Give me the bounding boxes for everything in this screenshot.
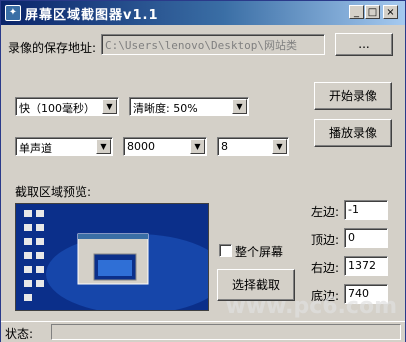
top-label: 顶边:	[311, 233, 340, 247]
dropdown-arrow-icon[interactable]: ▼	[96, 139, 111, 154]
status-label: 状态:	[5, 327, 34, 341]
minimize-button[interactable]: _	[349, 5, 364, 19]
play-record-button[interactable]: 播放录像	[314, 119, 392, 147]
speed-select[interactable]: 快（100毫秒） ▼	[15, 97, 119, 116]
channel-select[interactable]: 单声道 ▼	[15, 137, 113, 156]
watermark: www.pc6.com	[225, 294, 397, 319]
maximize-button[interactable]: □	[365, 5, 380, 19]
clarity-value: 清晰度: 50%	[133, 102, 198, 115]
dropdown-arrow-icon[interactable]: ▼	[272, 139, 287, 154]
title-bar[interactable]: ✦ 屏幕区域截图器v1.1 _ □ ×	[1, 1, 405, 25]
browse-button[interactable]: ...	[335, 33, 393, 56]
fullscreen-checkbox[interactable]	[219, 244, 232, 257]
speed-value: 快（100毫秒）	[19, 102, 95, 115]
dropdown-arrow-icon[interactable]: ▼	[190, 139, 205, 154]
dropdown-arrow-icon[interactable]: ▼	[232, 99, 247, 114]
left-label: 左边:	[311, 205, 340, 219]
right-input[interactable]: 1372	[344, 256, 388, 276]
app-window: ✦ 屏幕区域截图器v1.1 _ □ × 录像的保存地址: C:\Users\le…	[0, 0, 406, 342]
preview-area	[15, 203, 209, 311]
channel-value: 单声道	[19, 142, 52, 155]
start-record-button[interactable]: 开始录像	[314, 82, 392, 110]
status-bar: 状态:	[1, 321, 405, 342]
close-button[interactable]: ×	[383, 5, 398, 19]
status-panel	[51, 324, 401, 340]
fullscreen-label: 整个屏幕	[235, 245, 284, 259]
preview-label: 截取区域预览:	[15, 185, 92, 199]
app-bird-icon: ✦	[5, 5, 21, 21]
window-title: 屏幕区域截图器v1.1	[25, 8, 159, 23]
bits-value: 8	[221, 140, 228, 153]
sample-rate-select[interactable]: 8000 ▼	[123, 137, 207, 156]
dropdown-arrow-icon[interactable]: ▼	[102, 99, 117, 114]
right-label: 右边:	[311, 261, 340, 275]
sample-rate-value: 8000	[127, 140, 155, 153]
bits-select[interactable]: 8 ▼	[217, 137, 289, 156]
top-input[interactable]: 0	[344, 228, 388, 248]
save-path-field[interactable]: C:\Users\lenovo\Desktop\网站类	[101, 34, 325, 55]
left-input[interactable]: -1	[344, 200, 388, 220]
save-path-label: 录像的保存地址:	[8, 41, 97, 55]
clarity-select[interactable]: 清晰度: 50% ▼	[129, 97, 249, 116]
desktop-preview-image	[16, 204, 208, 310]
